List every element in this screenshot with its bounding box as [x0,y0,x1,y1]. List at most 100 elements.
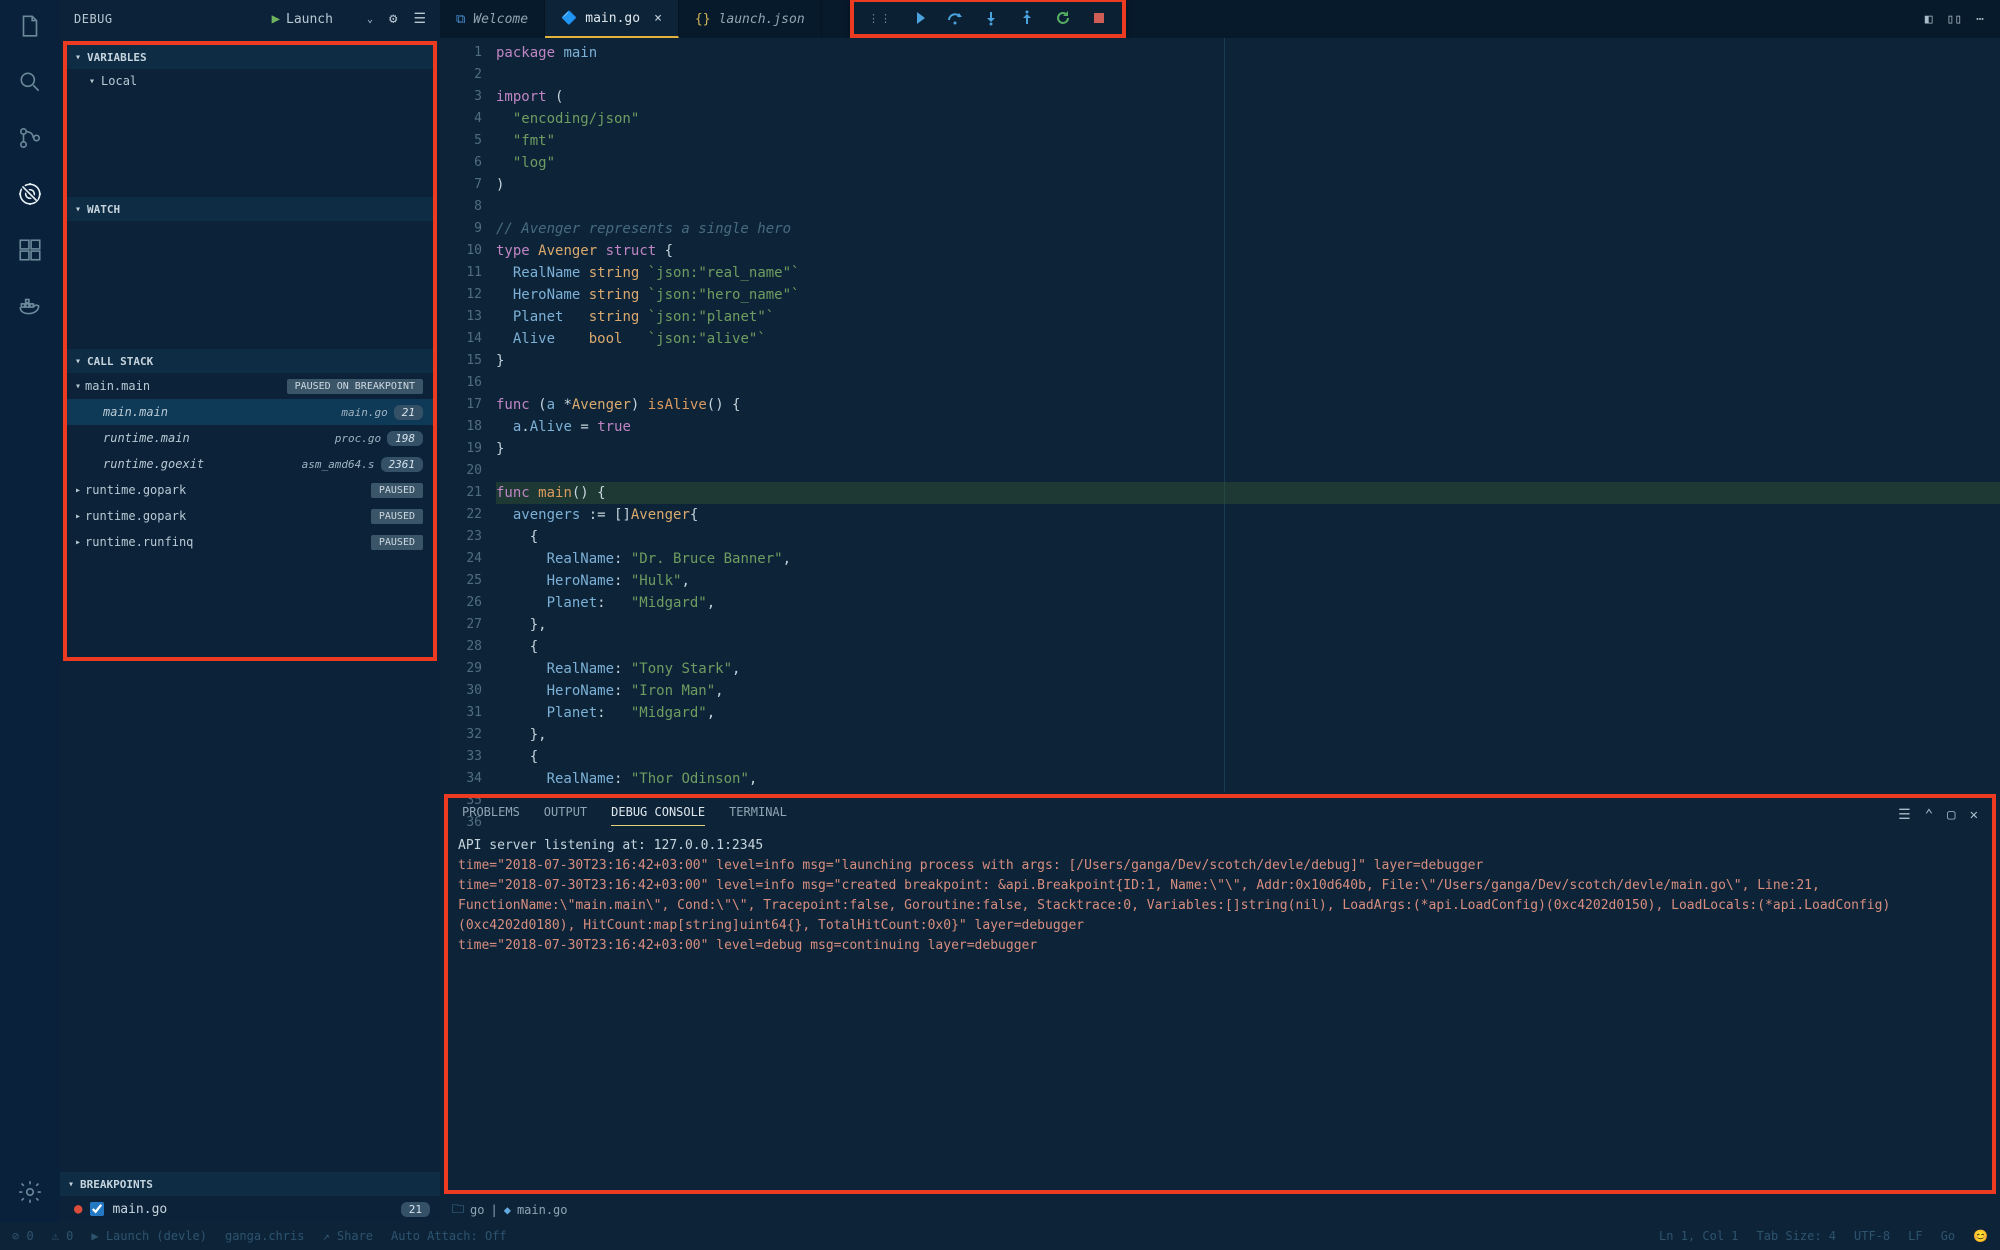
search-icon[interactable] [16,68,44,96]
status-item[interactable]: Go [1941,1229,1955,1243]
code-line[interactable]: a.Alive = true [496,416,2000,438]
code-line[interactable]: "encoding/json" [496,108,2000,130]
status-item[interactable]: Auto Attach: Off [391,1229,507,1243]
compare-icon[interactable]: ◧ [1925,12,1933,27]
code-line[interactable]: import ( [496,86,2000,108]
code-area[interactable]: package main import ( "encoding/json" "fm… [496,38,2000,792]
code-line[interactable] [496,196,2000,218]
code-line[interactable]: } [496,438,2000,460]
code-line[interactable]: }, [496,614,2000,636]
status-item[interactable]: 😊 [1973,1229,1988,1243]
code-line[interactable]: Planet: "Midgard", [496,702,2000,724]
code-line[interactable]: Alive bool `json:"alive"` [496,328,2000,350]
git-icon[interactable] [16,124,44,152]
code-line[interactable]: { [496,746,2000,768]
debug-icon[interactable] [16,180,44,208]
tab-launch-json[interactable]: {}launch.json [679,0,822,38]
code-line[interactable]: package main [496,42,2000,64]
more-icon[interactable]: ⋯ [1976,12,1984,27]
panel-tab-debug-console[interactable]: DEBUG CONSOLE [611,805,705,826]
status-item[interactable]: ⊘ 0 [12,1229,34,1243]
debug-console[interactable]: API server listening at: 127.0.0.1:2345t… [448,832,1992,1190]
code-line[interactable]: ) [496,174,2000,196]
code-line[interactable]: type Avenger struct { [496,240,2000,262]
launch-config[interactable]: Launch [286,12,333,27]
code-line[interactable]: Planet string `json:"planet"` [496,306,2000,328]
code-line[interactable] [496,460,2000,482]
explorer-icon[interactable] [16,12,44,40]
code-line[interactable] [496,372,2000,394]
step-out-icon[interactable] [1018,9,1036,27]
code-line[interactable]: RealName: "Thor Odinson", [496,768,2000,790]
debug-overflow-icon[interactable]: ☰ [413,11,426,27]
code-line[interactable]: RealName: "Tony Stark", [496,658,2000,680]
code-line[interactable]: } [496,350,2000,372]
bp-checkbox[interactable] [90,1202,104,1216]
code-line[interactable]: }, [496,724,2000,746]
local-scope[interactable]: Local [67,69,433,93]
code-line[interactable]: HeroName: "Thor", [496,790,2000,792]
code-line[interactable]: ●▶func main() { [496,482,2000,504]
extensions-icon[interactable] [16,236,44,264]
panel-close-icon[interactable]: ✕ [1970,807,1978,823]
breakpoint-row[interactable]: ●main.go21 [60,1196,440,1222]
split-editor-icon[interactable]: ▯▯ [1947,12,1963,27]
panel-tab-terminal[interactable]: TERMINAL [729,805,787,825]
code-line[interactable]: avengers := []Avenger{ [496,504,2000,526]
variables-header[interactable]: VARIABLES [67,45,433,69]
restart-icon[interactable] [1054,9,1072,27]
callstack-header[interactable]: CALL STACK [67,349,433,373]
watch-header[interactable]: WATCH [67,197,433,221]
code-line[interactable]: "fmt" [496,130,2000,152]
code-line[interactable]: { [496,636,2000,658]
step-into-icon[interactable] [982,9,1000,27]
code-line[interactable]: { [496,526,2000,548]
status-item[interactable]: ⚠ 0 [52,1229,74,1243]
code-line[interactable]: HeroName: "Hulk", [496,570,2000,592]
close-icon[interactable]: × [654,11,662,26]
settings-gear-icon[interactable] [16,1178,44,1206]
code-line[interactable]: // Avenger represents a single hero [496,218,2000,240]
stack-frame[interactable]: runtime.goexitasm_amd64.s2361 [67,451,433,477]
status-item[interactable]: ↗ Share [322,1229,373,1243]
code-line[interactable]: HeroName: "Iron Man", [496,680,2000,702]
docker-icon[interactable] [16,292,44,320]
panel-filter-icon[interactable]: ☰ [1898,807,1911,823]
code-line[interactable]: RealName string `json:"real_name"` [496,262,2000,284]
stack-frame[interactable]: main.mainmain.go21 [67,399,433,425]
goroutine[interactable]: runtime.runfinqPAUSED [67,529,433,555]
panel-maximize-icon[interactable]: ▢ [1947,807,1955,823]
code-line[interactable]: "log" [496,152,2000,174]
step-over-icon[interactable] [946,9,964,27]
breakpoints-header[interactable]: BREAKPOINTS [60,1172,440,1196]
panel-tab-problems[interactable]: PROBLEMS [462,805,520,825]
status-item[interactable]: Ln 1, Col 1 [1659,1229,1738,1243]
continue-icon[interactable] [910,9,928,27]
code-line[interactable]: HeroName string `json:"hero_name"` [496,284,2000,306]
goroutine[interactable]: runtime.goparkPAUSED [67,503,433,529]
status-item[interactable]: Tab Size: 4 [1757,1229,1836,1243]
status-item[interactable]: LF [1908,1229,1922,1243]
status-item[interactable]: ganga.chris [225,1229,304,1243]
tab-welcome[interactable]: ⧉Welcome [440,0,545,38]
code-line[interactable]: Planet: "Midgard", [496,592,2000,614]
toolbar-grip-icon[interactable]: ⋮⋮ [868,12,892,25]
panel-up-icon[interactable]: ⌃ [1925,807,1933,823]
status-item[interactable]: ▶ Launch (devle) [91,1229,207,1243]
crumb-folder[interactable]: go [470,1203,484,1217]
config-caret-icon[interactable]: ⌄ [367,14,373,25]
stop-icon[interactable] [1090,9,1108,27]
tab-main-go[interactable]: 🔷main.go× [545,0,679,38]
code-line[interactable]: RealName: "Dr. Bruce Banner", [496,548,2000,570]
code-line[interactable]: func (a *Avenger) isAlive() { [496,394,2000,416]
status-item[interactable]: UTF-8 [1854,1229,1890,1243]
callstack-thread[interactable]: main.mainPAUSED ON BREAKPOINT [67,373,433,399]
crumb-file[interactable]: main.go [517,1203,568,1217]
line-gutter[interactable]: 1234567891011121314151617181920212223242… [440,38,496,792]
start-debug-icon[interactable]: ▶ [272,11,280,27]
config-gear-icon[interactable]: ⚙ [389,11,397,27]
panel-tab-output[interactable]: OUTPUT [544,805,587,825]
goroutine[interactable]: runtime.goparkPAUSED [67,477,433,503]
code-line[interactable] [496,64,2000,86]
stack-frame[interactable]: runtime.mainproc.go198 [67,425,433,451]
